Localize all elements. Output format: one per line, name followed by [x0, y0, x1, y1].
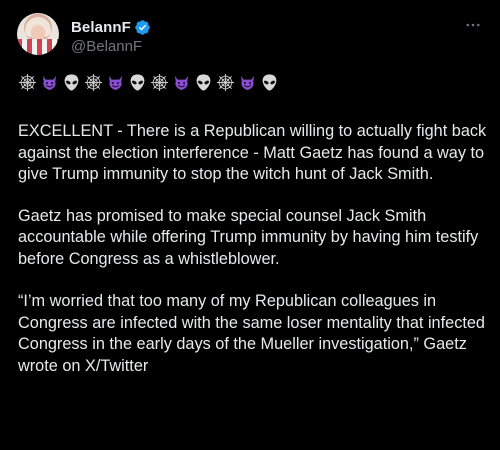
spider-web-icon — [150, 73, 169, 91]
author-name-row: BelannF — [71, 17, 151, 37]
alien-icon — [64, 73, 79, 91]
more-horizontal-icon — [466, 23, 480, 27]
avatar-flag-accent — [17, 39, 59, 55]
tweet-paragraph-1: EXCELLENT - There is a Republican willin… — [18, 122, 487, 183]
alien-icon — [262, 73, 277, 91]
more-options-button[interactable] — [461, 13, 485, 37]
tweet-paragraph-3: “I’m worried that too many of my Republi… — [18, 292, 485, 375]
smiling-imp-icon — [108, 75, 123, 90]
smiling-imp-icon — [240, 75, 255, 90]
spider-web-icon — [18, 73, 37, 91]
tweet-paragraph-2: Gaetz has promised to make special couns… — [18, 206, 479, 268]
smiling-imp-icon — [174, 75, 189, 90]
tweet: BelannF @BelannF EXCELLENT - There is a … — [0, 0, 500, 450]
alien-icon — [130, 73, 145, 91]
author-display-name[interactable]: BelannF — [71, 19, 131, 36]
spider-web-icon — [84, 73, 103, 91]
alien-icon — [196, 73, 211, 91]
spider-web-icon — [216, 73, 235, 91]
tweet-header: BelannF @BelannF — [17, 13, 487, 61]
verified-badge-icon[interactable] — [134, 19, 151, 36]
tweet-body: EXCELLENT - There is a Republican willin… — [18, 70, 488, 377]
author-handle[interactable]: @BelannF — [71, 38, 142, 55]
emoji-row — [18, 70, 488, 94]
smiling-imp-icon — [42, 75, 57, 90]
avatar[interactable] — [17, 13, 59, 55]
